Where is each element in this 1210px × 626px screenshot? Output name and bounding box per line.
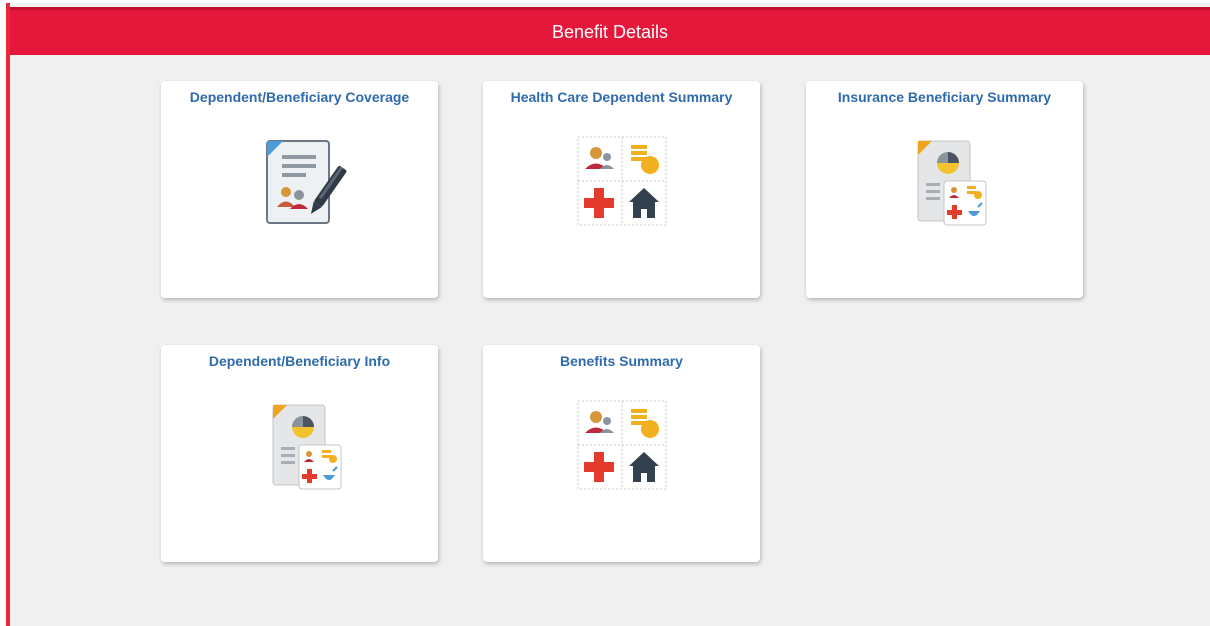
document-signature-icon [252,133,348,234]
report-chart-icon [900,133,990,234]
tile-label: Dependent/Beneficiary Coverage [189,89,410,105]
tile-label: Benefits Summary [560,353,683,369]
tile-dependent-beneficiary-info[interactable]: Dependent/Beneficiary Info [161,345,438,562]
tile-benefits-summary[interactable]: Benefits Summary [483,345,760,562]
page-title: Benefit Details [551,22,669,42]
tile-health-care-dependent-summary[interactable]: Health Care Dependent Summary [483,81,760,298]
tile-dependent-beneficiary-coverage[interactable]: Dependent/Beneficiary Coverage [161,81,438,298]
benefits-grid-icon [577,400,667,495]
tile-insurance-beneficiary-summary[interactable]: Insurance Beneficiary Summary [806,81,1083,298]
benefits-grid-icon [577,136,667,231]
page-frame: Benefit Details Dependent/Beneficiary Co… [6,3,1210,626]
tile-label: Insurance Beneficiary Summary [837,89,1052,105]
page-banner: Benefit Details [10,7,1210,55]
tile-label: Health Care Dependent Summary [510,89,733,105]
tile-label: Dependent/Beneficiary Info [208,353,391,369]
report-chart-icon [255,397,345,498]
